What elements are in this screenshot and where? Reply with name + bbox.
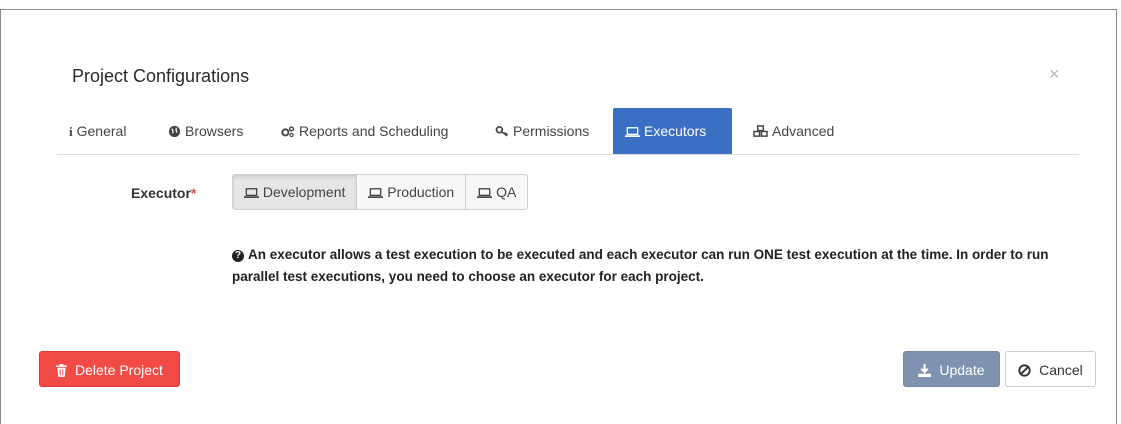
required-mark: * <box>190 185 197 201</box>
executor-label-text: Executor <box>131 185 191 201</box>
ban-icon <box>1018 362 1035 378</box>
executor-help-text: ? An executor allows a test execution to … <box>232 244 1092 288</box>
tab-label: Advanced <box>772 123 835 139</box>
tab-general[interactable]: i General <box>57 108 138 154</box>
info-icon: i <box>69 124 73 139</box>
update-label: Update <box>939 362 985 378</box>
laptop-icon <box>625 109 640 155</box>
project-configurations-dialog: Project Configurations × i General Browse… <box>0 9 1117 424</box>
cogs-icon <box>281 109 295 155</box>
tab-advanced[interactable]: Advanced <box>741 108 846 154</box>
executor-label: Executor* <box>131 185 196 201</box>
tab-browsers[interactable]: Browsers <box>156 108 255 154</box>
option-label: Development <box>262 184 346 200</box>
tab-label: Executors <box>644 123 707 139</box>
download-icon <box>918 362 935 378</box>
cancel-label: Cancel <box>1039 362 1083 378</box>
tab-label: General <box>76 123 127 139</box>
tab-permissions[interactable]: Permissions <box>483 108 601 154</box>
delete-project-button[interactable]: Delete Project <box>39 351 180 387</box>
key-icon <box>495 109 509 155</box>
help-text: An executor allows a test execution to b… <box>232 247 1049 284</box>
laptop-icon <box>368 184 384 200</box>
dialog-title: Project Configurations <box>72 66 250 86</box>
executor-selector: Development Production QA <box>232 174 529 210</box>
option-label: QA <box>496 184 517 200</box>
tab-label: Browsers <box>185 123 244 139</box>
executor-option-production[interactable]: Production <box>356 174 467 210</box>
update-button[interactable]: Update <box>903 351 1000 387</box>
globe-icon <box>168 109 181 155</box>
option-label: Production <box>387 184 455 200</box>
laptop-icon <box>244 184 259 200</box>
tab-reports-and-scheduling[interactable]: Reports and Scheduling <box>269 108 460 154</box>
question-circle-icon: ? <box>232 250 244 262</box>
cubes-icon <box>753 109 768 155</box>
laptop-icon <box>477 184 493 200</box>
executor-option-qa[interactable]: QA <box>465 174 529 210</box>
executor-option-development[interactable]: Development <box>232 174 358 210</box>
close-icon[interactable]: × <box>1049 64 1060 85</box>
tab-bar: i General Browsers Reports and Scheduling… <box>57 108 1079 155</box>
tab-label: Permissions <box>513 123 590 139</box>
delete-label: Delete Project <box>74 362 163 378</box>
tab-label: Reports and Scheduling <box>299 123 449 139</box>
tab-executors[interactable]: Executors <box>613 108 732 154</box>
trash-icon <box>56 362 71 378</box>
cancel-button[interactable]: Cancel <box>1005 351 1096 387</box>
